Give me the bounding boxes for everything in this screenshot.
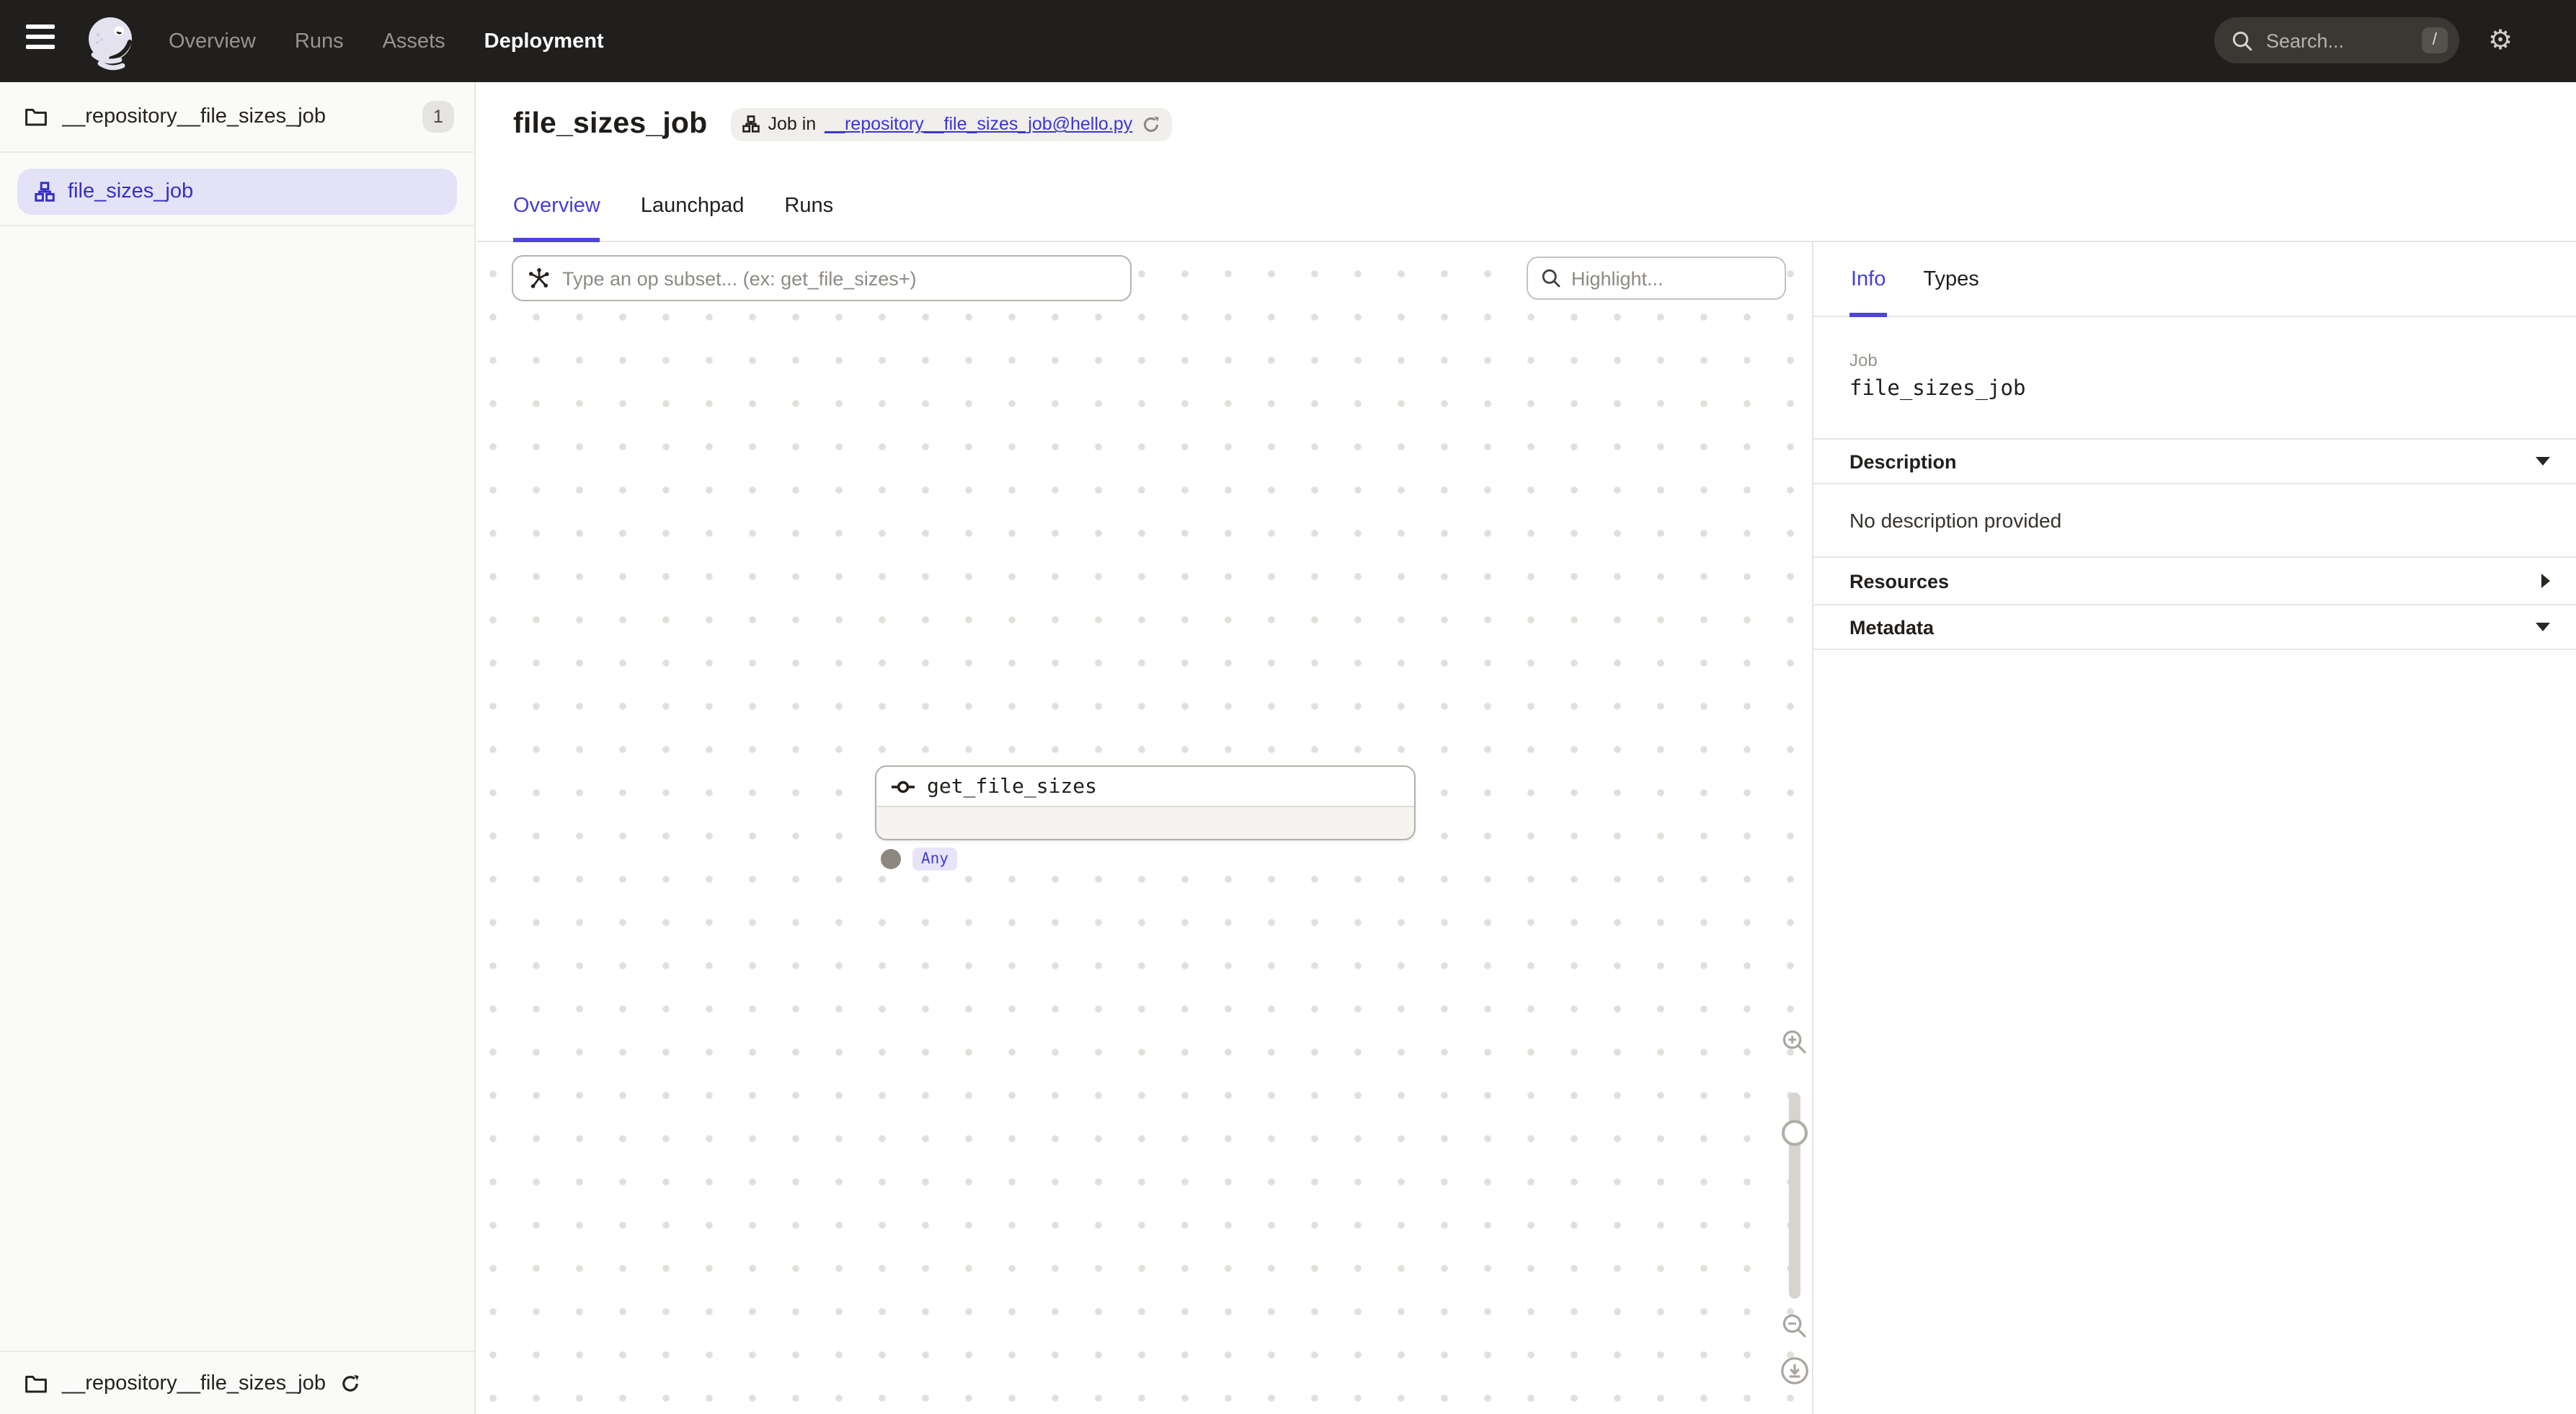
highlight-placeholder: Highlight...: [1571, 267, 1664, 289]
zoom-slider-handle[interactable]: [1782, 1120, 1808, 1146]
panel-tab-types[interactable]: Types: [1922, 242, 1980, 316]
op-output-port: [881, 849, 901, 869]
footer-repo-name: __repository__file_sizes_job: [62, 1371, 326, 1395]
output-type-tag[interactable]: Any: [912, 848, 957, 871]
section-resources[interactable]: Resources: [1813, 558, 2576, 605]
sidebar-job-list: file_sizes_job: [0, 153, 474, 226]
sidebar-footer-repo: __repository__file_sizes_job: [0, 1351, 474, 1414]
search-shortcut-key: /: [2422, 27, 2448, 53]
section-title: Metadata: [1849, 616, 1934, 638]
panel-tabs: Info Types: [1813, 242, 2576, 317]
job-context-tag: Job in __repository__file_sizes_job@hell…: [730, 107, 1171, 141]
section-title: Description: [1849, 450, 1957, 472]
gear-icon[interactable]: [2488, 25, 2520, 56]
panel-sections: Description No description provided Reso…: [1813, 438, 2576, 650]
app-window: Overview Runs Assets Deployment Search..…: [0, 0, 2576, 1414]
highlight-input[interactable]: Highlight...: [1527, 257, 1786, 300]
title-row: file_sizes_job Job in __repository__file…: [513, 107, 1171, 141]
zoom-out-icon[interactable]: [1780, 1312, 1809, 1340]
info-panel: Info Types Job file_sizes_job Descriptio…: [1812, 242, 2576, 1414]
reload-icon[interactable]: [1141, 115, 1160, 133]
job-name: file_sizes_job: [1849, 378, 2576, 401]
op-selector-icon: [528, 267, 551, 290]
caret-right-icon: [2541, 574, 2550, 588]
job-icon: [742, 115, 759, 133]
job-kind-label: Job: [1849, 350, 2576, 370]
repo-group-name: __repository__file_sizes_job: [62, 105, 422, 128]
folder-icon: [25, 107, 48, 127]
op-icon: [891, 778, 915, 795]
reload-repo-icon[interactable]: [340, 1373, 360, 1393]
job-count-badge: 1: [422, 101, 454, 133]
op-node-header: get_file_sizes: [876, 767, 1414, 807]
zoom-controls: [1769, 1028, 1812, 1402]
page-header: file_sizes_job Job in __repository__file…: [477, 82, 2576, 242]
panel-tab-info[interactable]: Info: [1849, 242, 1887, 316]
nav-item-runs[interactable]: Runs: [295, 30, 344, 53]
folder-icon: [25, 1373, 48, 1393]
repo-link[interactable]: __repository__file_sizes_job@hello.py: [825, 114, 1132, 134]
job-icon: [35, 182, 55, 202]
menu-icon[interactable]: [26, 25, 58, 56]
zoom-in-icon[interactable]: [1780, 1028, 1809, 1057]
page-tabs: Overview Launchpad Runs: [513, 195, 833, 242]
caret-down-icon: [2536, 457, 2550, 466]
tab-overview[interactable]: Overview: [513, 195, 600, 242]
download-graph-icon[interactable]: [1780, 1356, 1809, 1385]
nav-item-overview[interactable]: Overview: [169, 30, 256, 53]
sidebar-repo-group[interactable]: __repository__file_sizes_job 1: [0, 82, 474, 153]
op-graph-canvas[interactable]: Type an op subset... (ex: get_file_sizes…: [477, 242, 1812, 1414]
top-nav: Overview Runs Assets Deployment Search..…: [0, 0, 2576, 82]
primary-nav: Overview Runs Assets Deployment: [169, 0, 604, 82]
section-title: Resources: [1849, 570, 1949, 592]
dagster-logo-icon[interactable]: [81, 12, 140, 71]
search-input[interactable]: Search... /: [2214, 17, 2459, 63]
sidebar-item-label: file_sizes_job: [68, 180, 193, 203]
sidebar-item-file-sizes-job[interactable]: file_sizes_job: [17, 169, 457, 215]
nav-item-assets[interactable]: Assets: [383, 30, 445, 53]
caret-down-icon: [2536, 623, 2550, 631]
nav-item-deployment[interactable]: Deployment: [484, 30, 604, 53]
op-node-get-file-sizes[interactable]: get_file_sizes: [875, 765, 1416, 840]
section-metadata[interactable]: Metadata: [1813, 605, 2576, 650]
page-title: file_sizes_job: [513, 107, 707, 141]
tab-launchpad[interactable]: Launchpad: [641, 195, 745, 242]
context-tag-prefix: Job in: [768, 114, 816, 134]
tab-runs[interactable]: Runs: [784, 195, 833, 242]
description-body: No description provided: [1813, 484, 2576, 558]
highlight-search-icon: [1541, 268, 1561, 288]
section-description[interactable]: Description: [1813, 438, 2576, 484]
op-subset-input[interactable]: Type an op subset... (ex: get_file_sizes…: [512, 255, 1132, 301]
sidebar: __repository__file_sizes_job 1 file_size…: [0, 82, 476, 1414]
op-subset-placeholder: Type an op subset... (ex: get_file_sizes…: [562, 267, 917, 289]
search-icon: [2231, 30, 2253, 51]
op-node-name: get_file_sizes: [927, 775, 1097, 798]
search-placeholder: Search...: [2266, 30, 2422, 51]
